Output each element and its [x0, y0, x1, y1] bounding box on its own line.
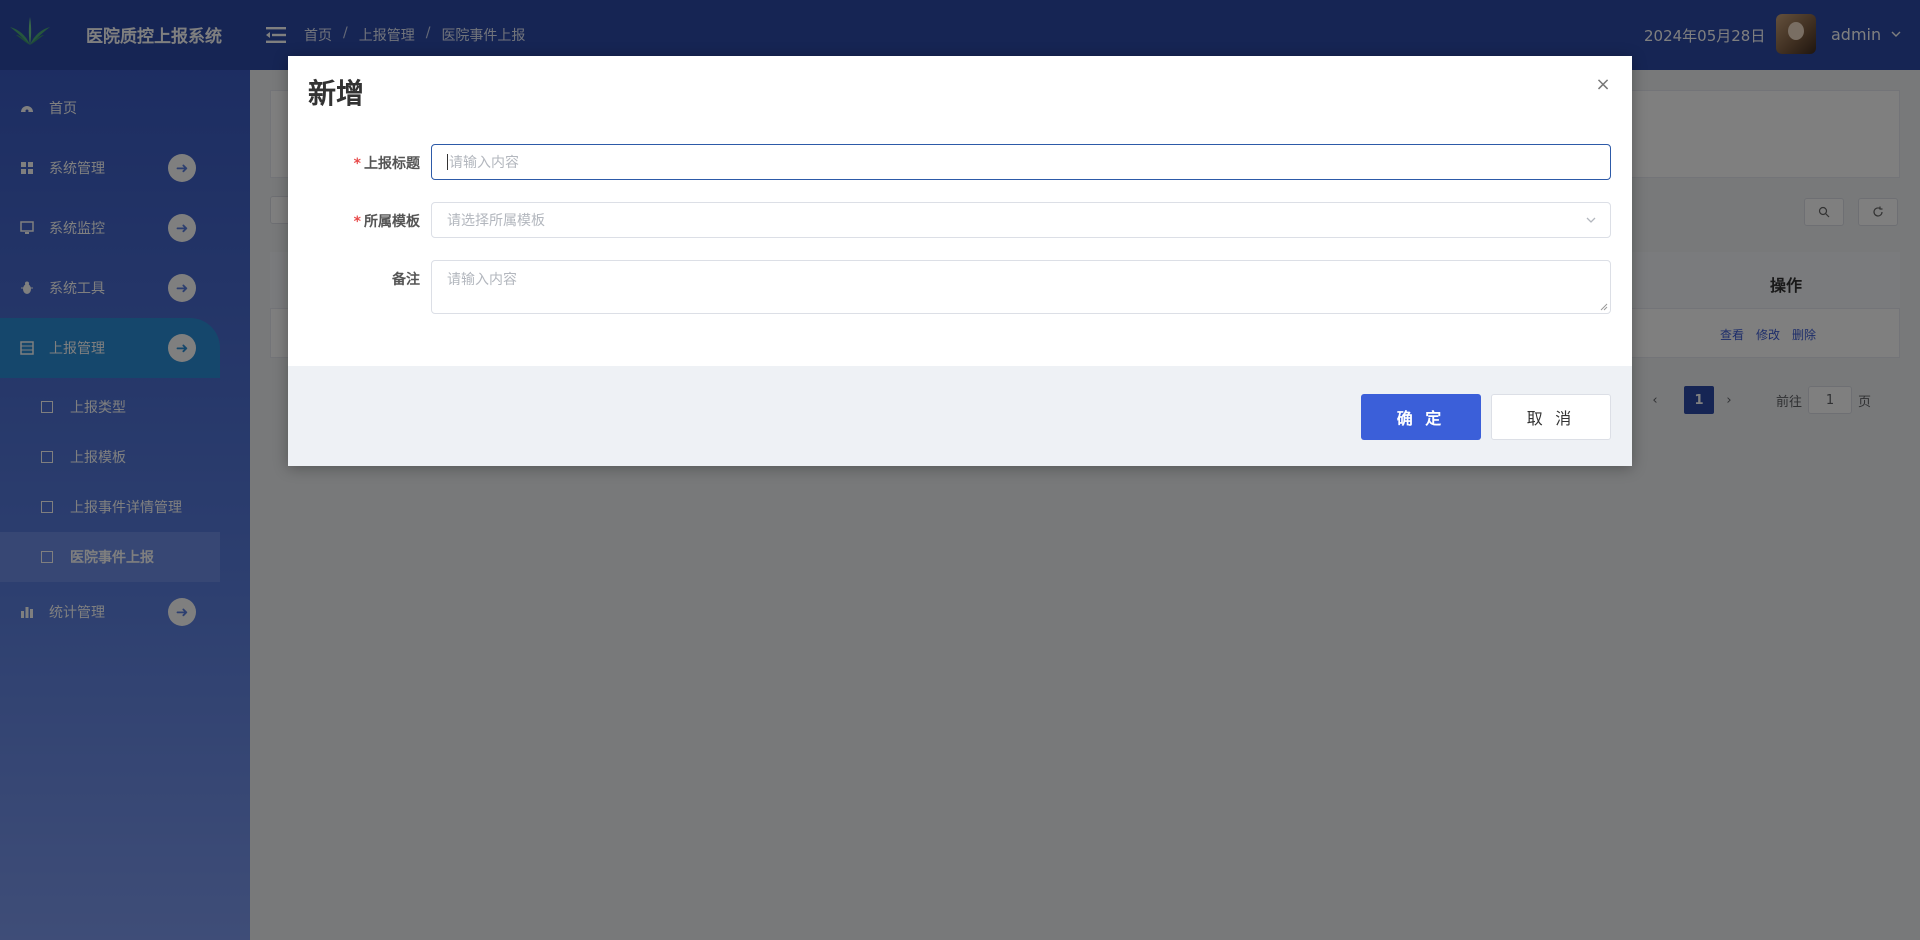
dialog-title: 新增: [308, 77, 365, 110]
remark-placeholder: 请输入内容: [447, 272, 517, 288]
required-mark: *: [353, 214, 361, 230]
resize-handle-icon[interactable]: [1600, 303, 1608, 311]
close-icon[interactable]: ×: [1591, 72, 1615, 96]
report-title-input[interactable]: 请输入内容: [431, 144, 1611, 180]
chevron-down-icon: [1586, 217, 1596, 223]
add-dialog: 新增 × * 上报标题 请输入内容 * 所属模板 请选择所属模板 备注 请输入内容 …: [288, 56, 1632, 466]
title-field-label: * 上报标题: [353, 156, 420, 172]
remark-textarea[interactable]: 请输入内容: [431, 260, 1611, 314]
report-title-placeholder: 请输入内容: [449, 155, 519, 171]
cancel-button[interactable]: 取 消: [1491, 394, 1611, 440]
dialog-footer: 确 定 取 消: [288, 366, 1632, 466]
template-field-label: * 所属模板: [353, 214, 420, 230]
remark-field-label: 备注: [392, 272, 420, 288]
confirm-button[interactable]: 确 定: [1361, 394, 1481, 440]
required-mark: *: [353, 156, 361, 172]
template-select-placeholder: 请选择所属模板: [447, 213, 545, 229]
template-select[interactable]: 请选择所属模板: [431, 202, 1611, 238]
